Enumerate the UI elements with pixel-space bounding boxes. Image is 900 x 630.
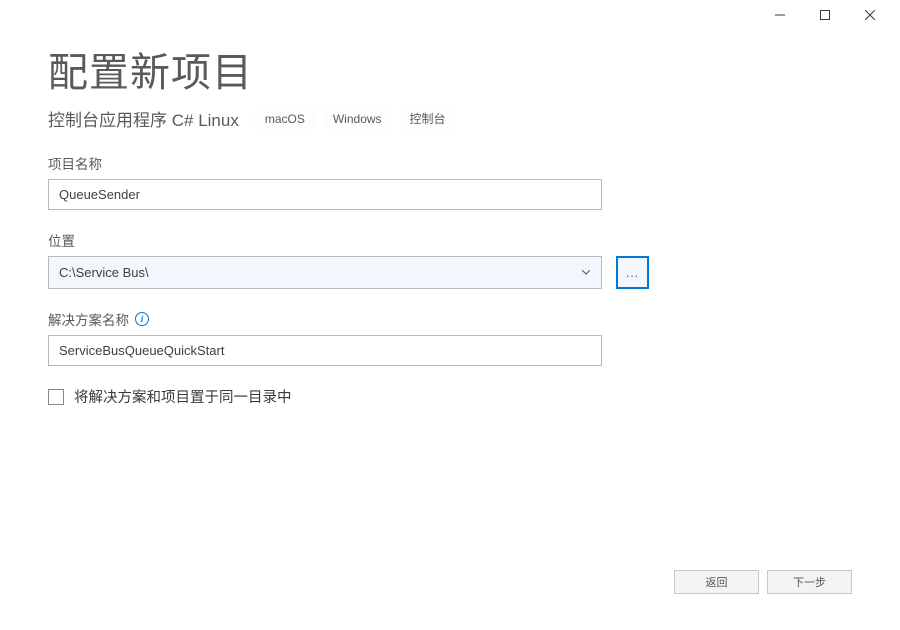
project-type-label: 控制台应用程序 C# Linux (48, 106, 239, 131)
location-value: C:\Service Bus\ (59, 265, 577, 280)
location-combobox[interactable]: C:\Service Bus\ (48, 256, 602, 289)
footer-buttons: 返回 下一步 (674, 570, 852, 594)
location-label: 位置 (48, 230, 852, 250)
same-directory-row[interactable]: 将解决方案和项目置于同一目录中 (48, 386, 852, 407)
maximize-button[interactable] (802, 1, 847, 29)
close-button[interactable] (847, 1, 892, 29)
subtitle-row: 控制台应用程序 C# Linux macOS Windows 控制台 (48, 106, 852, 131)
back-button[interactable]: 返回 (674, 570, 759, 594)
platform-tag-windows: Windows (323, 109, 392, 129)
project-name-label: 项目名称 (48, 153, 852, 173)
next-button[interactable]: 下一步 (767, 570, 852, 594)
solution-name-group: 解决方案名称 i (48, 309, 852, 366)
same-directory-label: 将解决方案和项目置于同一目录中 (74, 386, 292, 407)
location-group: 位置 C:\Service Bus\ ... (48, 230, 852, 289)
minimize-button[interactable] (757, 1, 802, 29)
platform-tag-macos: macOS (255, 109, 315, 129)
window-titlebar (0, 0, 900, 30)
content-area: 配置新项目 控制台应用程序 C# Linux macOS Windows 控制台… (0, 30, 900, 407)
page-title: 配置新项目 (48, 40, 852, 98)
solution-name-label: 解决方案名称 i (48, 309, 852, 329)
project-name-group: 项目名称 (48, 153, 852, 210)
chevron-down-icon (577, 270, 595, 275)
same-directory-checkbox[interactable] (48, 389, 64, 405)
info-icon[interactable]: i (135, 312, 149, 326)
solution-name-input[interactable] (48, 335, 602, 366)
browse-button[interactable]: ... (616, 256, 649, 289)
platform-tag-console: 控制台 (400, 107, 456, 130)
project-name-input[interactable] (48, 179, 602, 210)
